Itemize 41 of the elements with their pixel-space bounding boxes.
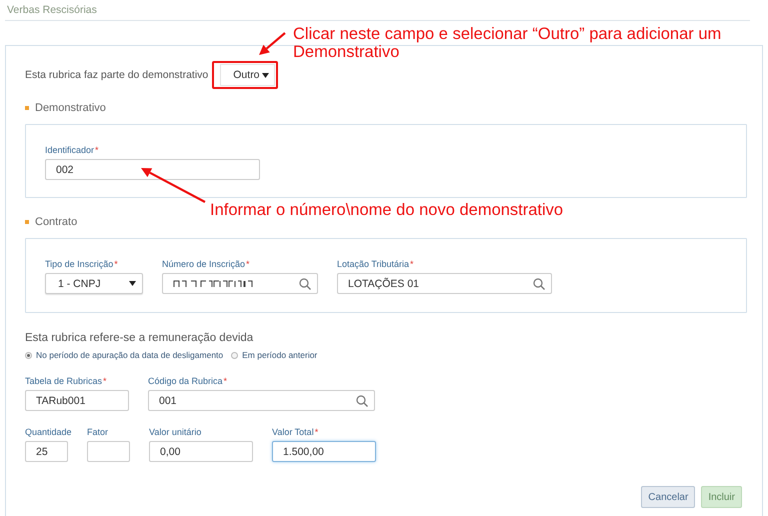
field-label: Tipo de Inscrição* (45, 259, 119, 270)
input-field[interactable]: 0,00 (149, 441, 253, 462)
dropdown[interactable]: Outro (220, 64, 276, 86)
page-title: Verbas Rescisórias (6, 3, 98, 18)
field-label: Código da Rubrica* (148, 376, 228, 387)
annotation-arrow (259, 32, 286, 55)
search-icon[interactable] (533, 278, 545, 290)
search-field[interactable]: LOTAÇÕES 01 (337, 273, 552, 294)
annotation-arrow (141, 168, 206, 203)
radio-label: Em período anterior (242, 350, 318, 360)
section-title: Contrato (35, 216, 78, 228)
caret-icon (129, 281, 136, 286)
section-title: Demonstrativo (35, 102, 106, 114)
question-text: Esta rubrica faz parte do demonstrativo (25, 69, 208, 81)
search-icon[interactable] (299, 278, 311, 290)
input-field[interactable] (87, 441, 130, 462)
field-label: Fator (87, 427, 110, 438)
field-label: Tabela de Rubricas* (25, 376, 108, 387)
question-text: Esta rubrica refere-se a remuneração devida (25, 332, 254, 344)
search-field[interactable] (162, 273, 318, 294)
radio-button[interactable] (231, 352, 238, 358)
bullet-icon (25, 106, 29, 110)
input-field[interactable]: 1.500,00 (272, 441, 376, 462)
caret-icon (262, 72, 270, 78)
input-field[interactable]: 25 (25, 441, 68, 462)
bullet-icon (25, 220, 29, 224)
dropdown[interactable]: 1 - CNPJ (45, 273, 143, 294)
search-icon[interactable] (356, 394, 368, 406)
field-label: Lotação Tributária* (337, 259, 415, 270)
annotation-text: Clicar neste campo e selecionar “Outro” para adicionar um Demonstrativo (293, 25, 722, 61)
field-label: Identificador* (45, 145, 100, 156)
field-label: Valor unitário (149, 427, 202, 438)
cancel-button[interactable]: Cancelar (641, 486, 696, 508)
annotation-text: Informar o número\nome do novo demonstrativo (210, 201, 564, 219)
input-field[interactable]: 002 (45, 159, 260, 180)
radio-label: No período de apuração da data de desligamento (36, 350, 224, 360)
input-field[interactable]: TARub001 (25, 390, 129, 411)
field-label: Número de Inscrição* (162, 259, 251, 270)
radio-button[interactable] (25, 352, 32, 358)
field-label: Valor Total* (272, 427, 320, 438)
search-field[interactable]: 001 (148, 390, 375, 411)
